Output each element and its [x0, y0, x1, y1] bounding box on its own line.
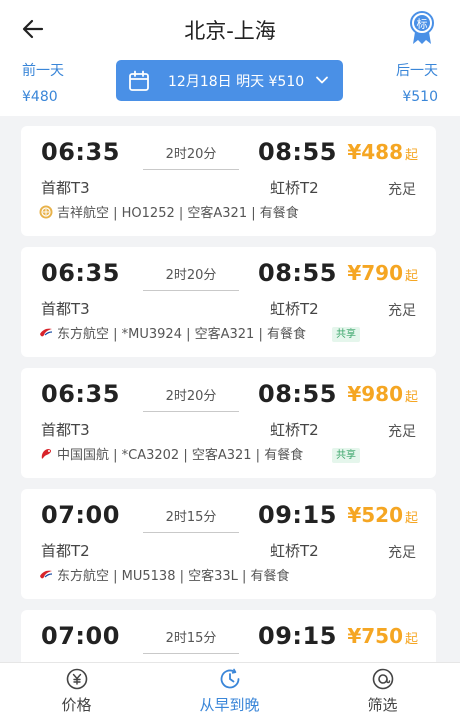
departure-time: 06:35: [41, 380, 120, 408]
price-value: 520: [361, 503, 403, 527]
seat-status: 充足: [388, 424, 416, 440]
seat-status: 充足: [388, 303, 416, 319]
seat-status: 充足: [388, 545, 416, 561]
flight-info-text: 东方航空 | MU5138 | 空客33L | 有餐食: [57, 569, 290, 584]
flight-card[interactable]: 07:00 2时15分 09:15 ¥750 起: [21, 610, 436, 662]
top-bar: 北京-上海 标 前一天 ¥480 12月18日 明天 ¥510 后一天 ¥510: [0, 0, 460, 116]
next-day-label: 后一天: [396, 63, 438, 79]
price-suffix: 起: [404, 148, 418, 163]
currency-symbol: ¥: [347, 503, 362, 527]
prev-day-button[interactable]: 前一天 ¥480: [22, 58, 64, 110]
juneyao-logo-icon: [39, 205, 53, 218]
tab-price-label: 价格: [61, 695, 92, 714]
duration-line: [143, 653, 239, 654]
price: ¥488 起: [347, 140, 418, 164]
next-day-price: ¥510: [402, 89, 438, 105]
arrival-airport: 虹桥T2: [270, 542, 319, 560]
flight-list[interactable]: 06:35 2时20分 08:55 ¥488 起 首都T3 虹桥T2 充足 吉祥航…: [0, 116, 460, 662]
codeshare-tag: 共享: [332, 448, 360, 463]
arrival-airport: 虹桥T2: [270, 179, 319, 197]
duration-line: [143, 290, 239, 291]
flight-card[interactable]: 07:00 2时15分 09:15 ¥520 起 首都T2 虹桥T2 充足 东方航…: [21, 489, 436, 599]
departure-time: 07:00: [41, 622, 120, 650]
departure-airport: 首都T3: [41, 179, 90, 197]
arrival-time: 08:55: [258, 259, 337, 287]
next-day-button[interactable]: 后一天 ¥510: [396, 58, 438, 110]
flight-info: 吉祥航空 | HO1252 | 空客A321 | 有餐食: [39, 202, 299, 221]
duration-line: [143, 411, 239, 412]
price: ¥750 起: [347, 624, 418, 648]
filter-icon: [372, 668, 393, 689]
departure-airport: 首都T3: [41, 421, 90, 439]
bottom-tab-bar: 价格 从早到晚 筛选: [0, 662, 460, 718]
flight-info: 东方航空 | *MU3924 | 空客A321 | 有餐食: [39, 323, 306, 342]
flight-info: 中国国航 | *CA3202 | 空客A321 | 有餐食: [39, 444, 303, 463]
flight-duration: 2时20分: [165, 268, 217, 283]
flight-card[interactable]: 06:35 2时20分 08:55 ¥790 起 首都T3 虹桥T2 充足 东方航…: [21, 247, 436, 357]
duration-line: [143, 532, 239, 533]
arrival-time: 09:15: [258, 501, 337, 529]
codeshare-tag: 共享: [332, 327, 360, 342]
prev-day-label: 前一天: [22, 63, 64, 79]
flight-duration: 2时15分: [165, 631, 217, 646]
tab-time-order[interactable]: 从早到晚: [153, 663, 306, 718]
tab-filter[interactable]: 筛选: [306, 663, 459, 718]
price-icon: [66, 668, 87, 689]
date-selector-text: 12月18日 明天 ¥510: [168, 73, 305, 90]
flight-card[interactable]: 06:35 2时20分 08:55 ¥980 起 首都T3 虹桥T2 充足 中国国…: [21, 368, 436, 478]
departure-airport: 首都T2: [41, 542, 90, 560]
arrival-airport: 虹桥T2: [270, 421, 319, 439]
price-value: 750: [361, 624, 403, 648]
flight-duration: 2时15分: [165, 510, 217, 525]
price-suffix: 起: [404, 511, 418, 526]
price-value: 980: [361, 382, 403, 406]
badge-label: 标: [417, 17, 428, 31]
departure-time: 06:35: [41, 259, 120, 287]
price: ¥790 起: [347, 261, 418, 285]
price-suffix: 起: [404, 632, 418, 647]
flight-duration: 2时20分: [165, 147, 217, 162]
price: ¥980 起: [347, 382, 418, 406]
flight-info-text: 东方航空 | *MU3924 | 空客A321 | 有餐食: [57, 327, 306, 342]
chevron-down-icon: [316, 76, 328, 84]
currency-symbol: ¥: [347, 261, 362, 285]
flight-info-text: 吉祥航空 | HO1252 | 空客A321 | 有餐食: [57, 206, 299, 221]
tab-time-order-label: 从早到晚: [199, 695, 260, 714]
arrival-airport: 虹桥T2: [270, 300, 319, 318]
currency-symbol: ¥: [347, 140, 362, 164]
currency-symbol: ¥: [347, 382, 362, 406]
clock-icon: [220, 668, 239, 688]
tab-filter-label: 筛选: [367, 695, 398, 714]
departure-time: 07:00: [41, 501, 120, 529]
flight-duration: 2时20分: [165, 389, 217, 404]
prev-day-price: ¥480: [22, 89, 58, 105]
price-value: 790: [361, 261, 403, 285]
arrival-time: 09:15: [258, 622, 337, 650]
price: ¥520 起: [347, 503, 418, 527]
china-eastern-logo-icon: [40, 570, 53, 578]
currency-symbol: ¥: [347, 624, 362, 648]
standard-badge-icon[interactable]: 标: [410, 10, 434, 46]
flight-card[interactable]: 06:35 2时20分 08:55 ¥488 起 首都T3 虹桥T2 充足 吉祥航…: [21, 126, 436, 236]
china-eastern-logo-icon: [40, 328, 53, 336]
flight-info: 东方航空 | MU5138 | 空客33L | 有餐食: [39, 565, 290, 584]
price-suffix: 起: [404, 269, 418, 284]
seat-status: 充足: [388, 182, 416, 198]
page-title: 北京-上海: [184, 19, 276, 43]
departure-time: 06:35: [41, 138, 120, 166]
flight-info-text: 中国国航 | *CA3202 | 空客A321 | 有餐食: [57, 448, 304, 463]
calendar-icon: [129, 70, 149, 91]
date-selector[interactable]: 12月18日 明天 ¥510: [116, 60, 343, 101]
tab-price[interactable]: 价格: [0, 663, 153, 718]
price-suffix: 起: [404, 390, 418, 405]
duration-line: [143, 169, 239, 170]
departure-airport: 首都T3: [41, 300, 90, 318]
price-value: 488: [361, 140, 403, 164]
air-china-logo-icon: [41, 448, 52, 459]
arrival-time: 08:55: [258, 138, 337, 166]
arrival-time: 08:55: [258, 380, 337, 408]
